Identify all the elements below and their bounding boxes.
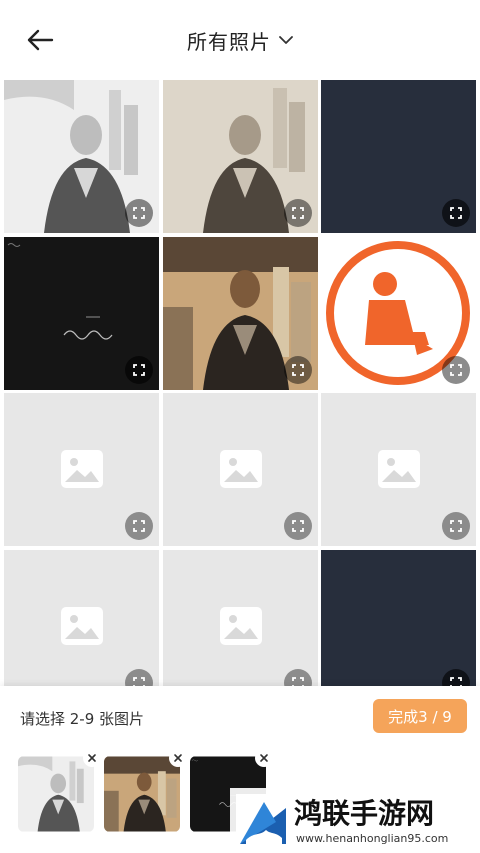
expand-icon <box>291 363 304 376</box>
image-placeholder-icon <box>378 450 420 488</box>
album-selector[interactable]: 所有照片 <box>187 26 293 55</box>
expand-icon <box>133 207 145 219</box>
remove-selection-button[interactable] <box>83 749 101 767</box>
photo-cell[interactable] <box>4 236 159 390</box>
expand-preview-button[interactable] <box>442 355 470 384</box>
expand-icon <box>291 520 304 532</box>
done-button[interactable]: 完成3 / 9 <box>373 699 467 733</box>
top-bar: 所有照片 <box>0 0 480 80</box>
photo-cell[interactable] <box>4 80 159 233</box>
expand-icon <box>450 207 462 219</box>
expand-icon <box>291 207 304 219</box>
close-icon <box>88 754 96 762</box>
expand-preview-button[interactable] <box>283 355 312 384</box>
portrait-sunset-image <box>104 756 180 832</box>
expand-preview-button[interactable] <box>125 355 153 384</box>
photo-cell[interactable] <box>321 549 476 703</box>
photo-grid <box>4 80 476 703</box>
image-placeholder-icon <box>61 450 103 488</box>
page-title: 所有照片 <box>187 29 271 54</box>
photo-cell[interactable] <box>162 236 318 390</box>
image-placeholder-icon <box>219 450 262 488</box>
close-icon <box>174 754 182 762</box>
watermark-url: www.henanhonglian95.com <box>296 832 449 845</box>
selected-thumbnail[interactable] <box>18 749 101 832</box>
photo-cell[interactable] <box>162 393 318 546</box>
photo-cell[interactable] <box>162 549 318 703</box>
watermark: 鸿联手游网 www.henanhonglian95.com <box>230 788 480 853</box>
expand-preview-button[interactable] <box>125 512 153 540</box>
photo-cell[interactable] <box>4 549 159 703</box>
selection-hint: 请选择 2-9 张图片 <box>20 710 145 728</box>
brand-logo-icon <box>236 794 290 848</box>
expand-preview-button[interactable] <box>442 512 470 540</box>
remove-selection-button[interactable] <box>255 749 273 767</box>
selected-thumbnail[interactable] <box>104 749 187 832</box>
close-icon <box>260 754 268 762</box>
photo-cell[interactable] <box>321 80 476 233</box>
remove-selection-button[interactable] <box>169 749 187 767</box>
expand-icon <box>133 363 145 376</box>
watermark-text: 鸿联手游网 <box>294 797 435 830</box>
photo-cell[interactable] <box>4 393 159 546</box>
expand-preview-button[interactable] <box>283 199 312 227</box>
expand-icon <box>450 363 462 376</box>
photo-cell[interactable] <box>162 80 318 233</box>
chevron-down-icon <box>279 36 293 44</box>
expand-icon <box>133 520 145 532</box>
expand-preview-button[interactable] <box>442 199 470 227</box>
expand-preview-button[interactable] <box>283 512 312 540</box>
photo-cell[interactable] <box>321 393 476 546</box>
portrait-sketch-image <box>18 756 94 832</box>
image-placeholder-icon <box>219 606 262 645</box>
expand-preview-button[interactable] <box>125 199 153 227</box>
photo-cell[interactable] <box>321 236 476 390</box>
expand-icon <box>450 520 462 532</box>
image-placeholder-icon <box>61 606 103 645</box>
